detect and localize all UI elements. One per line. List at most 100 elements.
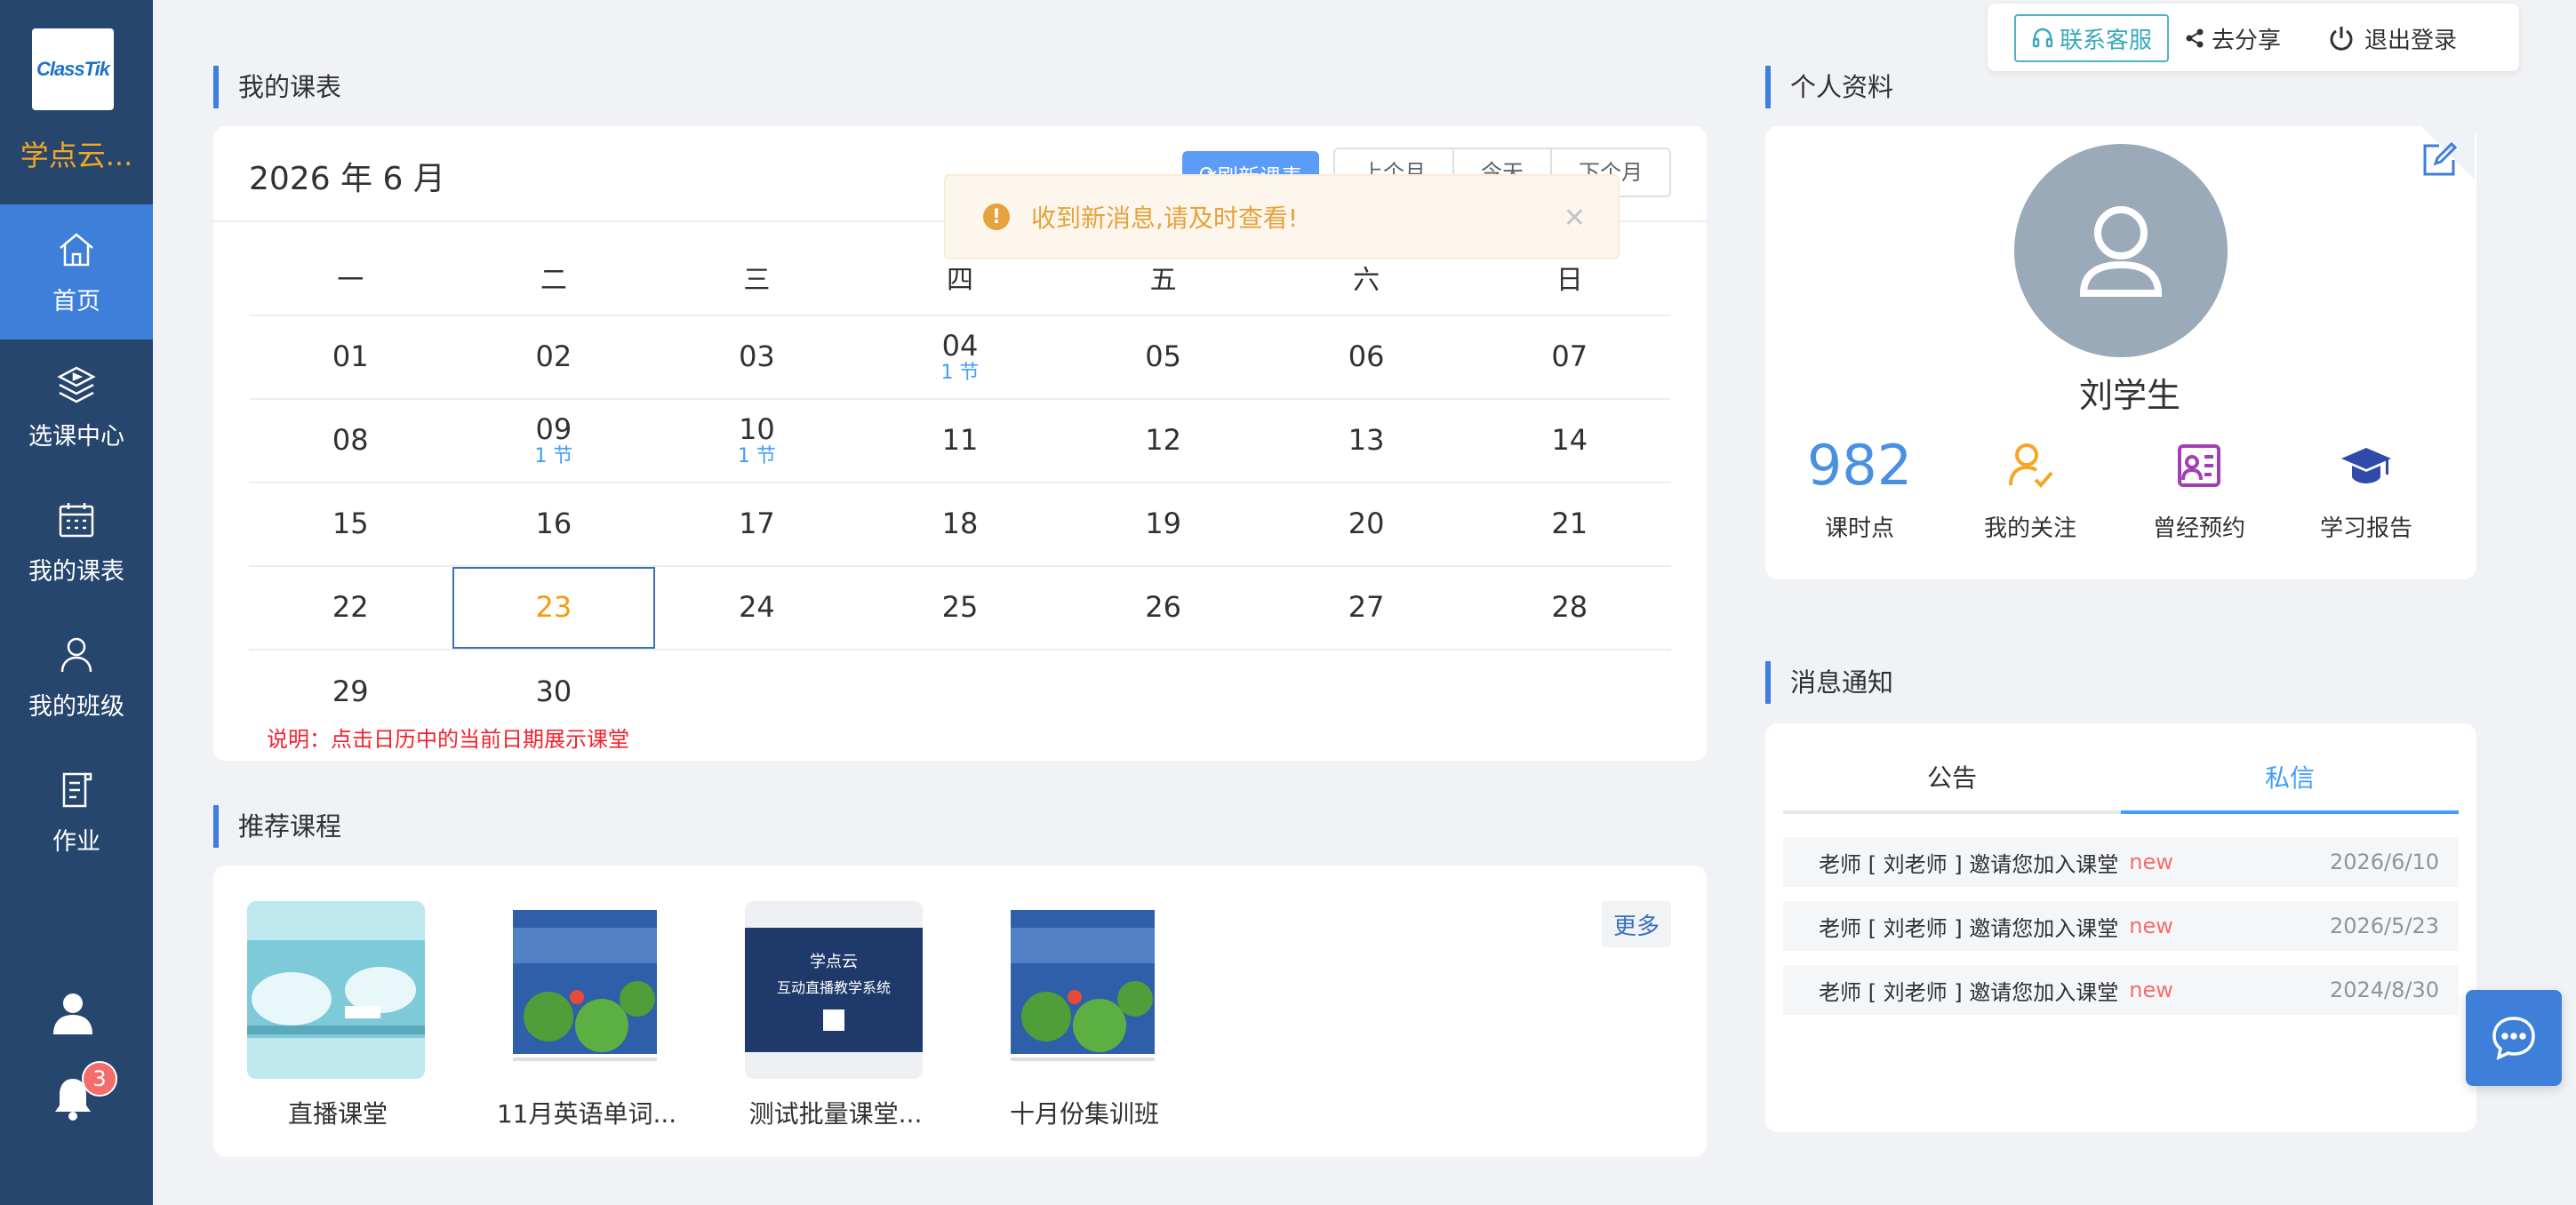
calendar-day-number: 17: [739, 507, 775, 541]
message-item[interactable]: 老师 [ 刘老师 ] 邀请您加入课堂 new 2024/8/30: [1783, 965, 2459, 1015]
calendar-day[interactable]: 16: [452, 483, 656, 565]
power-icon: [2330, 27, 2353, 51]
calendar-day[interactable]: 07: [1468, 316, 1671, 398]
top-toolbar: 联系客服 去分享 退出登录: [1988, 4, 2519, 71]
thumb-title: 学点云: [810, 953, 858, 971]
calendar-day-number: 12: [1145, 423, 1181, 458]
stat-class-points[interactable]: 982 课时点: [1780, 430, 1940, 543]
chat-bubble-icon: [2492, 1017, 2535, 1061]
calendar-day[interactable]: 01: [249, 316, 452, 398]
calendar-day[interactable]: 13: [1265, 400, 1468, 482]
calendar-day[interactable]: 18: [859, 483, 1062, 565]
app-logo[interactable]: ClassTik: [32, 28, 114, 110]
calendar-day-number: 16: [535, 507, 572, 541]
calendar-week-row: 08 09 1 节 10 1 节 11 12 13 14: [249, 400, 1671, 483]
edit-icon[interactable]: [2420, 140, 2459, 180]
calendar-day[interactable]: 05: [1061, 316, 1265, 398]
calendar-day-number: 10: [739, 412, 775, 447]
calendar-day[interactable]: 09 1 节: [452, 400, 656, 482]
calendar-day[interactable]: 15: [249, 483, 452, 565]
message-date: 2024/8/30: [2329, 978, 2439, 1002]
sidebar-item-schedule[interactable]: 我的课表: [0, 475, 153, 610]
graduation-cap-icon: [2286, 430, 2446, 501]
schedule-section-title: 我的课表: [213, 66, 341, 108]
logo-text: ClassTik: [36, 58, 110, 80]
stat-booking-history[interactable]: 曾经预约: [2119, 430, 2279, 543]
calendar-day[interactable]: 17: [655, 483, 859, 565]
sidebar-item-label: 选课中心: [28, 422, 124, 451]
contact-service-button[interactable]: 联系客服: [2014, 14, 2169, 62]
sidebar-item-home[interactable]: 首页: [0, 204, 153, 339]
stat-my-follows[interactable]: 我的关注: [1950, 430, 2110, 543]
chat-button[interactable]: [2466, 990, 2562, 1086]
user-profile-icon[interactable]: [50, 990, 96, 1036]
calendar-day-number: 18: [941, 507, 979, 541]
course-name: 直播课堂: [287, 1099, 388, 1129]
share-button[interactable]: 去分享: [2185, 14, 2281, 62]
sidebar-item-my-class[interactable]: 我的班级: [0, 610, 153, 745]
calendar-day[interactable]: 10 1 节: [655, 400, 859, 482]
course-card[interactable]: 直播课堂: [247, 901, 428, 1130]
calendar-day[interactable]: 08: [249, 400, 452, 482]
calendar-day[interactable]: 19: [1061, 483, 1265, 565]
calendar-day-number: 29: [332, 674, 369, 709]
calendar-day[interactable]: 27: [1265, 567, 1468, 649]
calendar-day[interactable]: 20: [1265, 483, 1468, 565]
calendar-day[interactable]: 04 1 节: [859, 316, 1062, 398]
brand-name: 学点云...: [20, 139, 133, 172]
calendar-empty-cell: [859, 650, 1062, 734]
calendar-day[interactable]: 24: [655, 567, 859, 649]
calendar-day[interactable]: 02: [452, 316, 656, 398]
calendar-day[interactable]: 11: [859, 400, 1062, 482]
sidebar-item-homework[interactable]: 作业: [0, 745, 153, 880]
contact-service-label: 联系客服: [2059, 27, 2152, 54]
message-text: 老师 [ 刘老师 ] 邀请您加入课堂: [1819, 915, 2119, 941]
logout-label: 退出登录: [2364, 27, 2458, 54]
calendar-empty-cell: [1061, 650, 1265, 734]
calendar-day[interactable]: 22: [249, 567, 452, 649]
calendar-day[interactable]: 28: [1468, 567, 1671, 649]
calendar-day-number: 05: [1145, 339, 1181, 374]
calendar-day-number: 03: [739, 339, 775, 374]
calendar-day-number: 28: [1551, 590, 1588, 625]
calendar-day[interactable]: 14: [1468, 400, 1671, 482]
course-card[interactable]: 11月英语单词...: [496, 901, 677, 1130]
course-thumbnail: [247, 901, 425, 1079]
tab-announcement[interactable]: 公告: [1783, 752, 2121, 810]
messages-section-title: 消息通知: [1765, 661, 1893, 704]
calendar-day[interactable]: 03: [655, 316, 859, 398]
calendar-day-number: 14: [1551, 423, 1588, 458]
more-courses-button[interactable]: 更多: [1602, 901, 1671, 947]
calendar-day[interactable]: 12: [1061, 400, 1265, 482]
calendar-lesson-count: 1 节: [534, 444, 573, 467]
stat-learning-report[interactable]: 学习报告: [2286, 430, 2446, 543]
logout-button[interactable]: 退出登录: [2327, 14, 2457, 62]
message-date: 2026/6/10: [2329, 850, 2439, 874]
message-item[interactable]: 老师 [ 刘老师 ] 邀请您加入课堂 new 2026/6/10: [1783, 837, 2459, 887]
course-name: 11月英语单词...: [496, 1099, 677, 1129]
tab-private-message[interactable]: 私信: [2121, 752, 2459, 814]
calendar-day-number: 23: [535, 590, 572, 625]
course-card[interactable]: 十月份集训班: [994, 901, 1175, 1130]
sidebar-item-course-center[interactable]: 选课中心: [0, 339, 153, 475]
new-badge: new: [2129, 978, 2173, 1002]
calendar-day[interactable]: 26: [1061, 567, 1265, 649]
weekday-label: 三: [743, 265, 771, 296]
course-select-icon: [57, 366, 96, 403]
stat-label: 课时点: [1824, 515, 1894, 542]
calendar-day-today[interactable]: 23: [452, 567, 656, 649]
calendar-day-number: 27: [1348, 590, 1385, 625]
class-user-icon: [60, 637, 92, 672]
course-thumbnail: [994, 901, 1172, 1079]
calendar-day[interactable]: 06: [1265, 316, 1468, 398]
course-card[interactable]: 学点云 互动直播教学系统 测试批量课堂...: [745, 901, 926, 1130]
sidebar-item-label: 我的班级: [28, 692, 124, 721]
calendar-day-number: 09: [535, 412, 572, 447]
close-icon[interactable]: ✕: [1564, 203, 1586, 234]
sidebar: ClassTik 学点云... 首页 选课中心 我的课表 我的班级 作业 3: [0, 0, 153, 1205]
calendar-day[interactable]: 21: [1468, 483, 1671, 565]
message-item[interactable]: 老师 [ 刘老师 ] 邀请您加入课堂 new 2026/5/23: [1783, 901, 2459, 951]
new-message-alert: ! 收到新消息,请及时查看! ✕: [944, 174, 1620, 259]
avatar[interactable]: [2014, 144, 2228, 357]
calendar-day[interactable]: 25: [859, 567, 1062, 649]
